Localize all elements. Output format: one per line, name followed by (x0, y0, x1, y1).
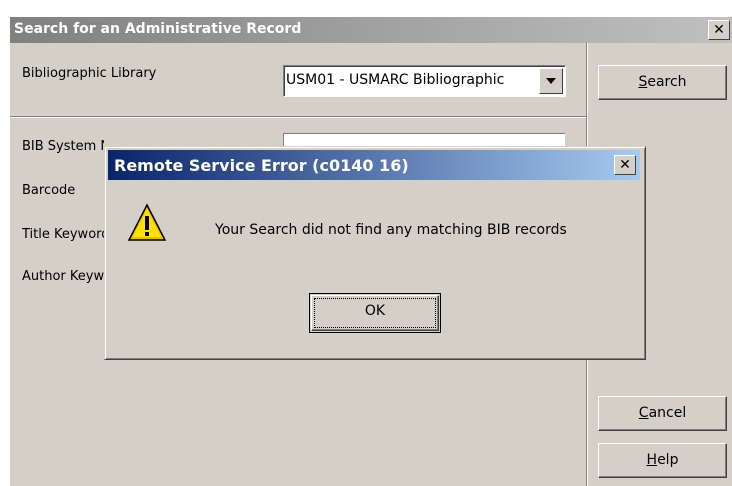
barcode-label: Barcode (22, 183, 76, 198)
search-button-label: Search (638, 74, 687, 90)
window-title: Search for an Administrative Record (14, 21, 302, 37)
window-titlebar[interactable]: Search for an Administrative Record (10, 17, 732, 43)
ok-button[interactable]: OK (309, 293, 441, 333)
window-close-button[interactable]: ✕ (708, 20, 730, 40)
ok-button-label: OK (364, 303, 386, 319)
top-strip (0, 0, 732, 17)
close-icon: ✕ (619, 157, 631, 173)
library-select-dropdown-button[interactable] (539, 68, 563, 94)
help-button[interactable]: Help (598, 443, 727, 478)
remote-service-error-dialog: Remote Service Error (c0140 16) ✕ Your S… (104, 146, 646, 360)
title-keyword-label: Title Keyword (22, 227, 104, 242)
help-button-label: Help (646, 452, 679, 468)
library-select-value: USM01 - USMARC Bibliographic (286, 72, 505, 88)
dialog-message: Your Search did not find any matching BI… (215, 222, 567, 238)
search-button[interactable]: Search (598, 65, 727, 100)
dialog-titlebar[interactable]: Remote Service Error (c0140 16) ✕ (108, 150, 640, 180)
bib-system-number-label: BIB System Number (22, 139, 104, 154)
form-separator (10, 116, 586, 118)
dialog-title: Remote Service Error (c0140 16) (114, 156, 409, 175)
chevron-down-icon (546, 78, 556, 84)
dialog-close-button[interactable]: ✕ (614, 155, 636, 175)
library-select[interactable]: USM01 - USMARC Bibliographic (283, 65, 566, 97)
warning-icon (127, 203, 167, 241)
cancel-button[interactable]: Cancel (598, 396, 727, 431)
author-keyword-label: Author Keyword (22, 269, 104, 284)
left-edge (0, 17, 10, 486)
cancel-button-label: Cancel (638, 405, 687, 421)
close-icon: ✕ (713, 22, 725, 38)
library-label: Bibliographic Library (22, 66, 157, 81)
bib-system-number-input[interactable] (283, 133, 565, 146)
